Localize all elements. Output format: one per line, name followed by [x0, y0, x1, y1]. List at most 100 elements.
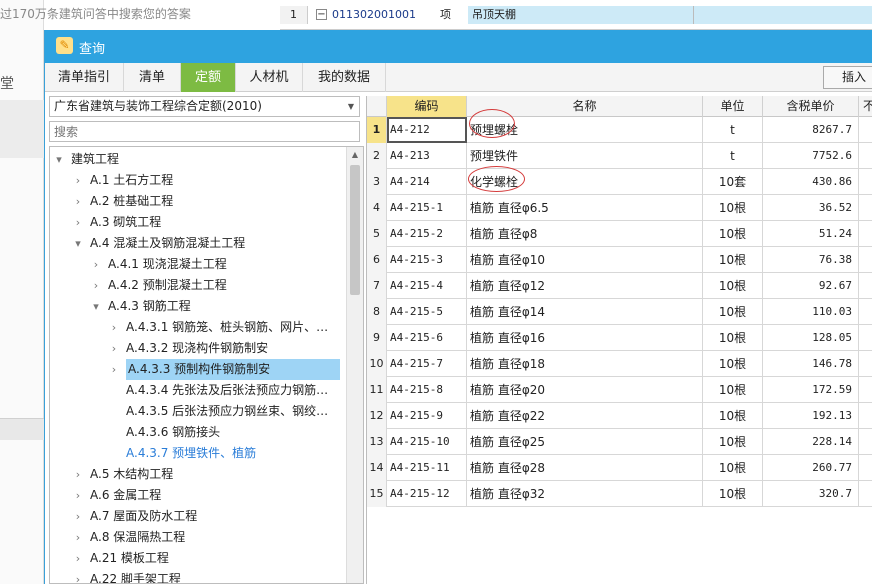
table-row[interactable]: 2 A4-213 预埋铁件 t 7752.6 [367, 143, 872, 169]
unit-cell[interactable]: 10根 [703, 403, 763, 429]
price-cell[interactable]: 146.78 [763, 351, 859, 377]
unit-cell[interactable]: 10根 [703, 299, 763, 325]
name-cell[interactable]: 植筋 直径φ22 [467, 403, 703, 429]
tree-node-a21[interactable]: › A.21 模板工程 [50, 548, 346, 569]
code-cell[interactable]: A4-215-12 [387, 481, 467, 507]
price-cell[interactable]: 7752.6 [763, 143, 859, 169]
tab-quota[interactable]: 定额 [181, 63, 236, 92]
extra-cell[interactable] [859, 325, 872, 351]
unit-cell[interactable]: 10根 [703, 481, 763, 507]
name-cell[interactable]: 植筋 直径φ18 [467, 351, 703, 377]
table-row[interactable]: 3 A4-214 化学螺栓 10套 430.86 [367, 169, 872, 195]
name-cell[interactable]: 植筋 直径φ28 [467, 455, 703, 481]
code-cell[interactable]: A4-215-3 [387, 247, 467, 273]
chevron-right-icon[interactable]: › [72, 191, 84, 212]
extra-cell[interactable] [859, 169, 872, 195]
tree-node-a5[interactable]: › A.5 木结构工程 [50, 464, 346, 485]
row-number-cell[interactable]: 2 [367, 143, 387, 169]
unit-cell[interactable]: 10套 [703, 169, 763, 195]
extra-cell[interactable] [859, 117, 872, 143]
chevron-right-icon[interactable]: › [108, 317, 120, 338]
extra-cell[interactable] [859, 273, 872, 299]
chevron-right-icon[interactable]: › [72, 170, 84, 191]
unit-cell[interactable]: 10根 [703, 455, 763, 481]
extra-cell[interactable] [859, 195, 872, 221]
scrollbar-thumb[interactable] [350, 165, 360, 295]
tree-node-a2[interactable]: › A.2 桩基础工程 [50, 191, 346, 212]
row-number-cell[interactable]: 7 [367, 273, 387, 299]
tree-node-a4-3-4[interactable]: A.4.3.4 先张法及后张法预应力钢筋… [50, 380, 346, 401]
tree-node-a4[interactable]: ▾ A.4 混凝土及钢筋混凝土工程 [50, 233, 346, 254]
code-cell[interactable]: A4-213 [387, 143, 467, 169]
unit-cell[interactable]: 10根 [703, 273, 763, 299]
tree-node-a1[interactable]: › A.1 土石方工程 [50, 170, 346, 191]
table-row[interactable]: 7 A4-215-4 植筋 直径φ12 10根 92.67 [367, 273, 872, 299]
tree-node-a4-1[interactable]: › A.4.1 现浇混凝土工程 [50, 254, 346, 275]
tree-scrollbar[interactable]: ▲ [346, 147, 363, 583]
extra-cell[interactable] [859, 481, 872, 507]
collapse-icon[interactable]: − [316, 9, 327, 20]
table-row[interactable]: 14 A4-215-11 植筋 直径φ28 10根 260.77 [367, 455, 872, 481]
code-cell[interactable]: A4-215-5 [387, 299, 467, 325]
price-cell[interactable]: 128.05 [763, 325, 859, 351]
table-row[interactable]: 10 A4-215-7 植筋 直径φ18 10根 146.78 [367, 351, 872, 377]
extra-cell[interactable] [859, 455, 872, 481]
name-cell[interactable]: 植筋 直径φ12 [467, 273, 703, 299]
row-number-cell[interactable]: 4 [367, 195, 387, 221]
tab-bill[interactable]: 清单 [124, 63, 181, 92]
row-number-cell[interactable]: 6 [367, 247, 387, 273]
table-row[interactable]: 4 A4-215-1 植筋 直径φ6.5 10根 36.52 [367, 195, 872, 221]
price-cell[interactable]: 320.7 [763, 481, 859, 507]
unit-cell[interactable]: 10根 [703, 351, 763, 377]
tree-node-a4-3-7[interactable]: A.4.3.7 预埋铁件、植筋 [50, 443, 346, 464]
name-cell[interactable]: 植筋 直径φ20 [467, 377, 703, 403]
unit-cell[interactable]: 10根 [703, 247, 763, 273]
chevron-down-icon[interactable]: ▾ [90, 296, 102, 317]
tree-node-a4-3-5[interactable]: A.4.3.5 后张法预应力钢丝束、钢绞… [50, 401, 346, 422]
table-row[interactable]: 12 A4-215-9 植筋 直径φ22 10根 192.13 [367, 403, 872, 429]
table-row[interactable]: 9 A4-215-6 植筋 直径φ16 10根 128.05 [367, 325, 872, 351]
code-cell[interactable]: A4-214 [387, 169, 467, 195]
background-table-row[interactable]: 1 − 011302001001 项 吊顶天棚 [280, 6, 872, 24]
chevron-right-icon[interactable]: › [72, 569, 84, 583]
name-cell[interactable]: 植筋 直径φ14 [467, 299, 703, 325]
price-cell[interactable]: 8267.7 [763, 117, 859, 143]
table-row[interactable]: 8 A4-215-5 植筋 直径φ14 10根 110.03 [367, 299, 872, 325]
price-cell[interactable]: 110.03 [763, 299, 859, 325]
name-cell[interactable]: 植筋 直径φ10 [467, 247, 703, 273]
header-code[interactable]: 编码 [387, 96, 467, 117]
price-cell[interactable]: 51.24 [763, 221, 859, 247]
tab-labor-material-machine[interactable]: 人材机 [236, 63, 303, 92]
price-cell[interactable]: 172.59 [763, 377, 859, 403]
unit-cell[interactable]: t [703, 143, 763, 169]
price-cell[interactable]: 228.14 [763, 429, 859, 455]
unit-cell[interactable]: 10根 [703, 221, 763, 247]
row-number-cell[interactable]: 3 [367, 169, 387, 195]
code-cell[interactable]: A4-215-4 [387, 273, 467, 299]
tree-node-a7[interactable]: › A.7 屋面及防水工程 [50, 506, 346, 527]
code-cell[interactable]: A4-215-10 [387, 429, 467, 455]
code-cell[interactable]: A4-215-11 [387, 455, 467, 481]
code-cell[interactable]: A4-215-8 [387, 377, 467, 403]
extra-cell[interactable] [859, 429, 872, 455]
name-cell[interactable]: 植筋 直径φ8 [467, 221, 703, 247]
code-cell[interactable]: A4-215-9 [387, 403, 467, 429]
header-price[interactable]: 含税单价 [763, 96, 859, 117]
table-row[interactable]: 13 A4-215-10 植筋 直径φ25 10根 228.14 [367, 429, 872, 455]
price-cell[interactable]: 76.38 [763, 247, 859, 273]
header-unit[interactable]: 单位 [703, 96, 763, 117]
row-number-cell[interactable]: 9 [367, 325, 387, 351]
insert-button[interactable]: 插入 [823, 66, 872, 89]
dialog-titlebar[interactable]: ✎ 查询 [45, 30, 872, 63]
name-cell[interactable]: 预埋铁件 [467, 143, 703, 169]
code-cell[interactable]: A4-215-2 [387, 221, 467, 247]
tree-node-a4-3[interactable]: ▾ A.4.3 钢筋工程 [50, 296, 346, 317]
tree-node-a4-3-3[interactable]: › A.4.3.3 预制构件钢筋制安 [50, 359, 346, 380]
row-number-cell[interactable]: 12 [367, 403, 387, 429]
unit-cell[interactable]: 10根 [703, 325, 763, 351]
chevron-right-icon[interactable]: › [108, 359, 120, 380]
tree-node-a22[interactable]: › A.22 脚手架工程 [50, 569, 346, 583]
table-row[interactable]: 15 A4-215-12 植筋 直径φ32 10根 320.7 [367, 481, 872, 507]
tab-bill-guide[interactable]: 清单指引 [45, 63, 124, 92]
tree-node-a4-3-1[interactable]: › A.4.3.1 钢筋笼、桩头钢筋、网片、… [50, 317, 346, 338]
